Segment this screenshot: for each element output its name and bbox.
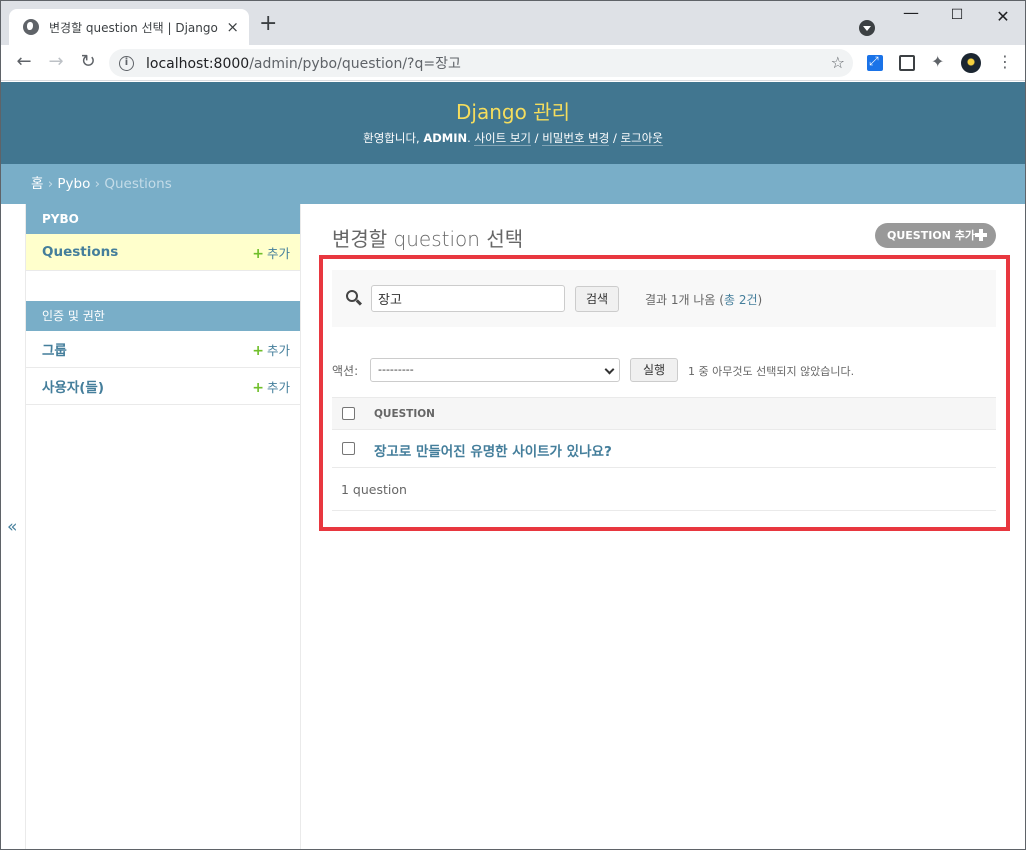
plus-icon: +: [252, 379, 264, 396]
breadcrumb-home[interactable]: 홈: [31, 176, 43, 192]
model-link-users[interactable]: 사용자(들): [42, 376, 104, 396]
nav-sidebar: PYBO Questions + 추가 인증 및 권한 그룹 + 추가 사용자(들)…: [25, 204, 301, 849]
sidebar-item-questions[interactable]: Questions + 추가: [26, 234, 300, 271]
add-label: 추가: [266, 342, 290, 358]
add-question-label: QUESTION 추가: [887, 229, 975, 242]
globe-icon: [23, 19, 39, 35]
tab-title: 변경할 question 선택 | Django: [49, 20, 218, 35]
site-info-icon[interactable]: i: [119, 55, 134, 71]
plus-icon: +: [252, 245, 264, 262]
admin-header: Django 관리 환영합니다, ADMIN. 사이트 보기 / 비밀번호 변경…: [1, 82, 1025, 164]
browser-toolbar: ← → ↻ i localhost:8000/admin/pybo/questi…: [1, 45, 1025, 81]
tab-close-icon[interactable]: ×: [226, 18, 239, 36]
tab-search-icon[interactable]: [859, 20, 875, 36]
site-branding[interactable]: Django 관리: [1, 96, 1025, 125]
usertools-separator: /: [609, 131, 621, 145]
browser-tab[interactable]: 변경할 question 선택 | Django ×: [9, 9, 249, 45]
tab-strip: 변경할 question 선택 | Django × + — ☐ ✕: [1, 1, 1025, 45]
plus-icon: +: [252, 342, 264, 359]
profile-avatar[interactable]: [961, 53, 981, 73]
reload-icon[interactable]: ↻: [77, 51, 99, 73]
logout-link[interactable]: 로그아웃: [620, 131, 663, 146]
breadcrumb: 홈 › Pybo › Questions: [1, 164, 1025, 204]
highlight-annotation-box: [319, 255, 1010, 531]
breadcrumb-app[interactable]: Pybo: [57, 176, 90, 192]
back-arrow-icon[interactable]: ←: [13, 51, 35, 73]
window-close-icon[interactable]: ✕: [993, 7, 1013, 26]
forward-arrow-icon[interactable]: →: [45, 51, 67, 73]
screenshot-extension-icon[interactable]: [899, 55, 915, 71]
app-caption-pybo[interactable]: PYBO: [26, 204, 300, 234]
url-host: localhost:8000: [146, 56, 250, 72]
browser-menu-icon[interactable]: ⋮: [997, 52, 1013, 71]
puzzle-extensions-icon[interactable]: ✦: [931, 52, 947, 71]
url-path: /admin/pybo/question/?q=장고: [249, 56, 461, 72]
username: ADMIN: [423, 131, 468, 145]
maximize-icon[interactable]: ☐: [947, 7, 967, 23]
add-user-link[interactable]: + 추가: [252, 377, 290, 396]
bookmark-star-icon[interactable]: ☆: [831, 53, 845, 72]
view-site-link[interactable]: 사이트 보기: [474, 131, 532, 146]
plus-icon: [974, 228, 988, 242]
sidebar-item-groups[interactable]: 그룹 + 추가: [26, 331, 300, 368]
usertools-separator: /: [531, 131, 543, 145]
add-question-link[interactable]: + 추가: [252, 243, 290, 262]
app-caption-auth[interactable]: 인증 및 권한: [26, 301, 300, 331]
model-link-questions[interactable]: Questions: [42, 244, 118, 260]
add-label: 추가: [266, 379, 290, 395]
model-link-groups[interactable]: 그룹: [42, 339, 67, 359]
sidebar-item-users[interactable]: 사용자(들) + 추가: [26, 368, 300, 405]
welcome-text: 환영합니다,: [363, 131, 424, 145]
add-question-button[interactable]: QUESTION 추가: [875, 223, 996, 248]
add-label: 추가: [266, 245, 290, 261]
user-tools: 환영합니다, ADMIN. 사이트 보기 / 비밀번호 변경 / 로그아웃: [363, 131, 663, 146]
address-bar[interactable]: i localhost:8000/admin/pybo/question/?q=…: [109, 49, 853, 77]
minimize-icon[interactable]: —: [901, 3, 921, 22]
page-title: 변경할 question 선택: [332, 227, 524, 251]
breadcrumb-separator: ›: [90, 176, 105, 192]
change-password-link[interactable]: 비밀번호 변경: [542, 131, 610, 146]
new-tab-button[interactable]: +: [259, 13, 277, 35]
add-group-link[interactable]: + 추가: [252, 340, 290, 359]
breadcrumb-current: Questions: [104, 176, 172, 192]
url-text: localhost:8000/admin/pybo/question/?q=장고: [146, 53, 461, 73]
sidebar-collapse-icon[interactable]: «: [7, 517, 17, 537]
extension-resize-icon[interactable]: [867, 54, 883, 71]
browser-window: 변경할 question 선택 | Django × + — ☐ ✕ ← → ↻…: [0, 0, 1026, 850]
breadcrumb-separator: ›: [43, 176, 58, 192]
